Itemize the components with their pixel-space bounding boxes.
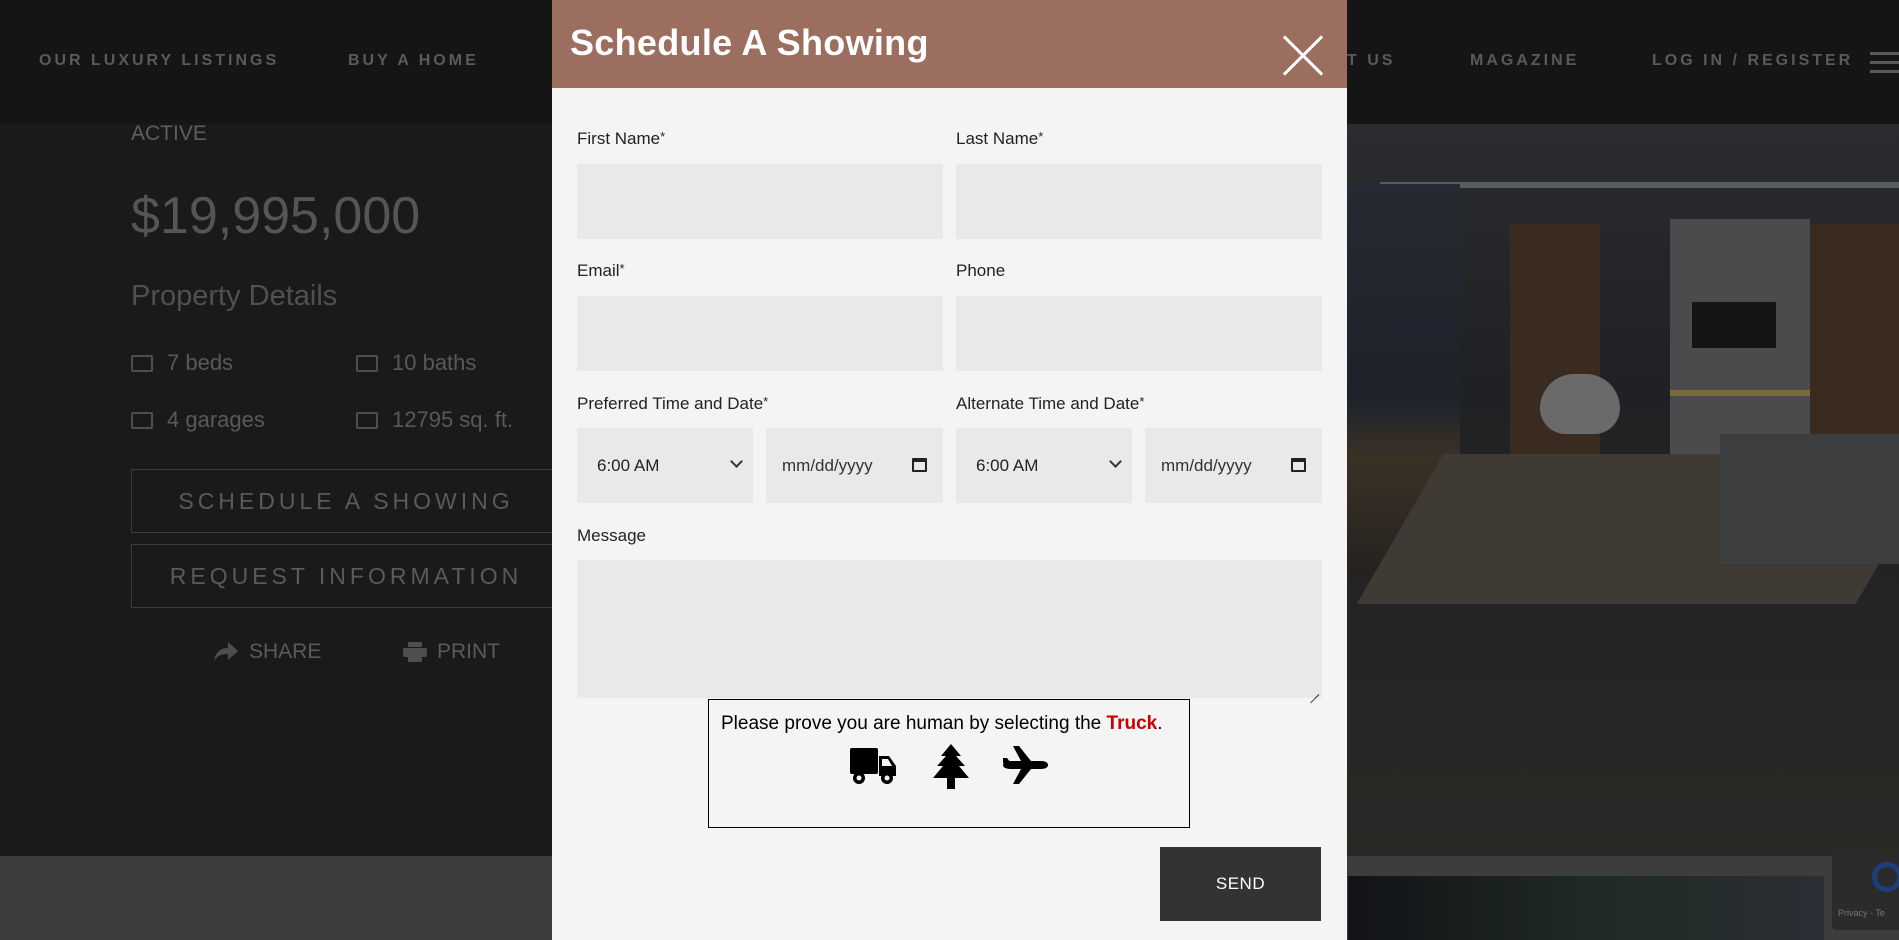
first-name-input[interactable] xyxy=(577,164,943,239)
human-verification-box: Please prove you are human by selecting … xyxy=(708,699,1190,828)
recaptcha-icon xyxy=(1872,862,1899,892)
truck-icon[interactable] xyxy=(849,744,897,786)
stat-garages: 4 garages xyxy=(131,407,265,433)
email-input[interactable] xyxy=(577,296,943,371)
request-information-button[interactable]: REQUEST INFORMATION xyxy=(131,544,561,608)
baths-value: 10 baths xyxy=(392,350,477,375)
calendar-icon[interactable] xyxy=(1291,458,1306,472)
share-link[interactable]: SHARE xyxy=(213,640,321,664)
send-button[interactable]: SEND xyxy=(1160,847,1321,921)
preferred-time-label: Preferred Time and Date* xyxy=(577,394,769,413)
listing-price: $19,995,000 xyxy=(131,187,421,245)
print-link[interactable]: PRINT xyxy=(403,640,500,664)
close-icon[interactable] xyxy=(1282,34,1324,76)
recaptcha-badge[interactable]: Privacy - Te xyxy=(1832,850,1899,930)
captcha-target-word: Truck xyxy=(1106,713,1158,734)
schedule-showing-modal: Schedule A Showing First Name* Last Name… xyxy=(552,0,1347,940)
garage-icon xyxy=(131,411,153,429)
nav-our-luxury-listings[interactable]: OUR LUXURY LISTINGS xyxy=(39,52,279,70)
print-label: PRINT xyxy=(437,640,500,663)
phone-input[interactable] xyxy=(956,296,1322,371)
message-label: Message xyxy=(577,526,646,545)
tree-icon[interactable] xyxy=(931,744,971,790)
area-icon xyxy=(356,411,378,429)
share-label: SHARE xyxy=(249,640,322,663)
alternate-date-input[interactable]: mm/dd/yyyy xyxy=(1145,428,1322,503)
nav-magazine[interactable]: MAGAZINE xyxy=(1470,52,1579,70)
calendar-icon[interactable] xyxy=(912,458,927,472)
email-label: Email* xyxy=(577,261,625,280)
printer-icon xyxy=(403,642,427,662)
stat-beds: 7 beds xyxy=(131,350,233,376)
listing-photo[interactable] xyxy=(1340,124,1899,856)
last-name-label: Last Name* xyxy=(956,129,1044,148)
alternate-time-label: Alternate Time and Date* xyxy=(956,394,1145,413)
nav-login-register[interactable]: LOG IN / REGISTER xyxy=(1652,52,1853,70)
schedule-showing-button[interactable]: SCHEDULE A SHOWING xyxy=(131,469,561,533)
alternate-date-value: mm/dd/yyyy xyxy=(1161,455,1252,475)
bed-icon xyxy=(131,354,153,372)
garages-value: 4 garages xyxy=(167,407,265,432)
first-name-label: First Name* xyxy=(577,129,666,148)
captcha-instruction: Please prove you are human by selecting … xyxy=(721,713,1163,734)
resize-handle-icon[interactable] xyxy=(1309,685,1319,695)
modal-title: Schedule A Showing xyxy=(570,22,929,63)
preferred-time-value: 6:00 AM xyxy=(597,455,660,475)
preferred-time-select[interactable]: 6:00 AM xyxy=(577,428,753,503)
preferred-date-input[interactable]: mm/dd/yyyy xyxy=(766,428,943,503)
hamburger-menu-icon[interactable] xyxy=(1870,52,1899,79)
recaptcha-privacy-text[interactable]: Privacy - Te xyxy=(1838,908,1885,918)
modal-header: Schedule A Showing xyxy=(552,0,1347,88)
sqft-value: 12795 sq. ft. xyxy=(392,407,514,432)
share-arrow-icon xyxy=(214,642,238,662)
stat-sqft: 12795 sq. ft. xyxy=(356,407,513,433)
phone-label: Phone xyxy=(956,261,1006,280)
message-textarea[interactable] xyxy=(577,560,1322,698)
stat-baths: 10 baths xyxy=(356,350,476,376)
secondary-photo[interactable] xyxy=(1348,876,1824,940)
listing-status: ACTIVE xyxy=(131,122,207,145)
last-name-input[interactable] xyxy=(956,164,1322,239)
alternate-time-value: 6:00 AM xyxy=(976,455,1039,475)
plane-icon[interactable] xyxy=(1001,744,1049,786)
nav-contact-us[interactable]: T US xyxy=(1347,52,1395,70)
preferred-date-value: mm/dd/yyyy xyxy=(782,455,873,475)
chevron-down-icon xyxy=(1109,455,1122,468)
bathtub-icon xyxy=(356,354,378,372)
chevron-down-icon xyxy=(730,455,743,468)
property-details-heading: Property Details xyxy=(131,280,338,312)
nav-buy-a-home[interactable]: BUY A HOME xyxy=(348,52,479,70)
alternate-time-select[interactable]: 6:00 AM xyxy=(956,428,1132,503)
beds-value: 7 beds xyxy=(167,350,234,375)
